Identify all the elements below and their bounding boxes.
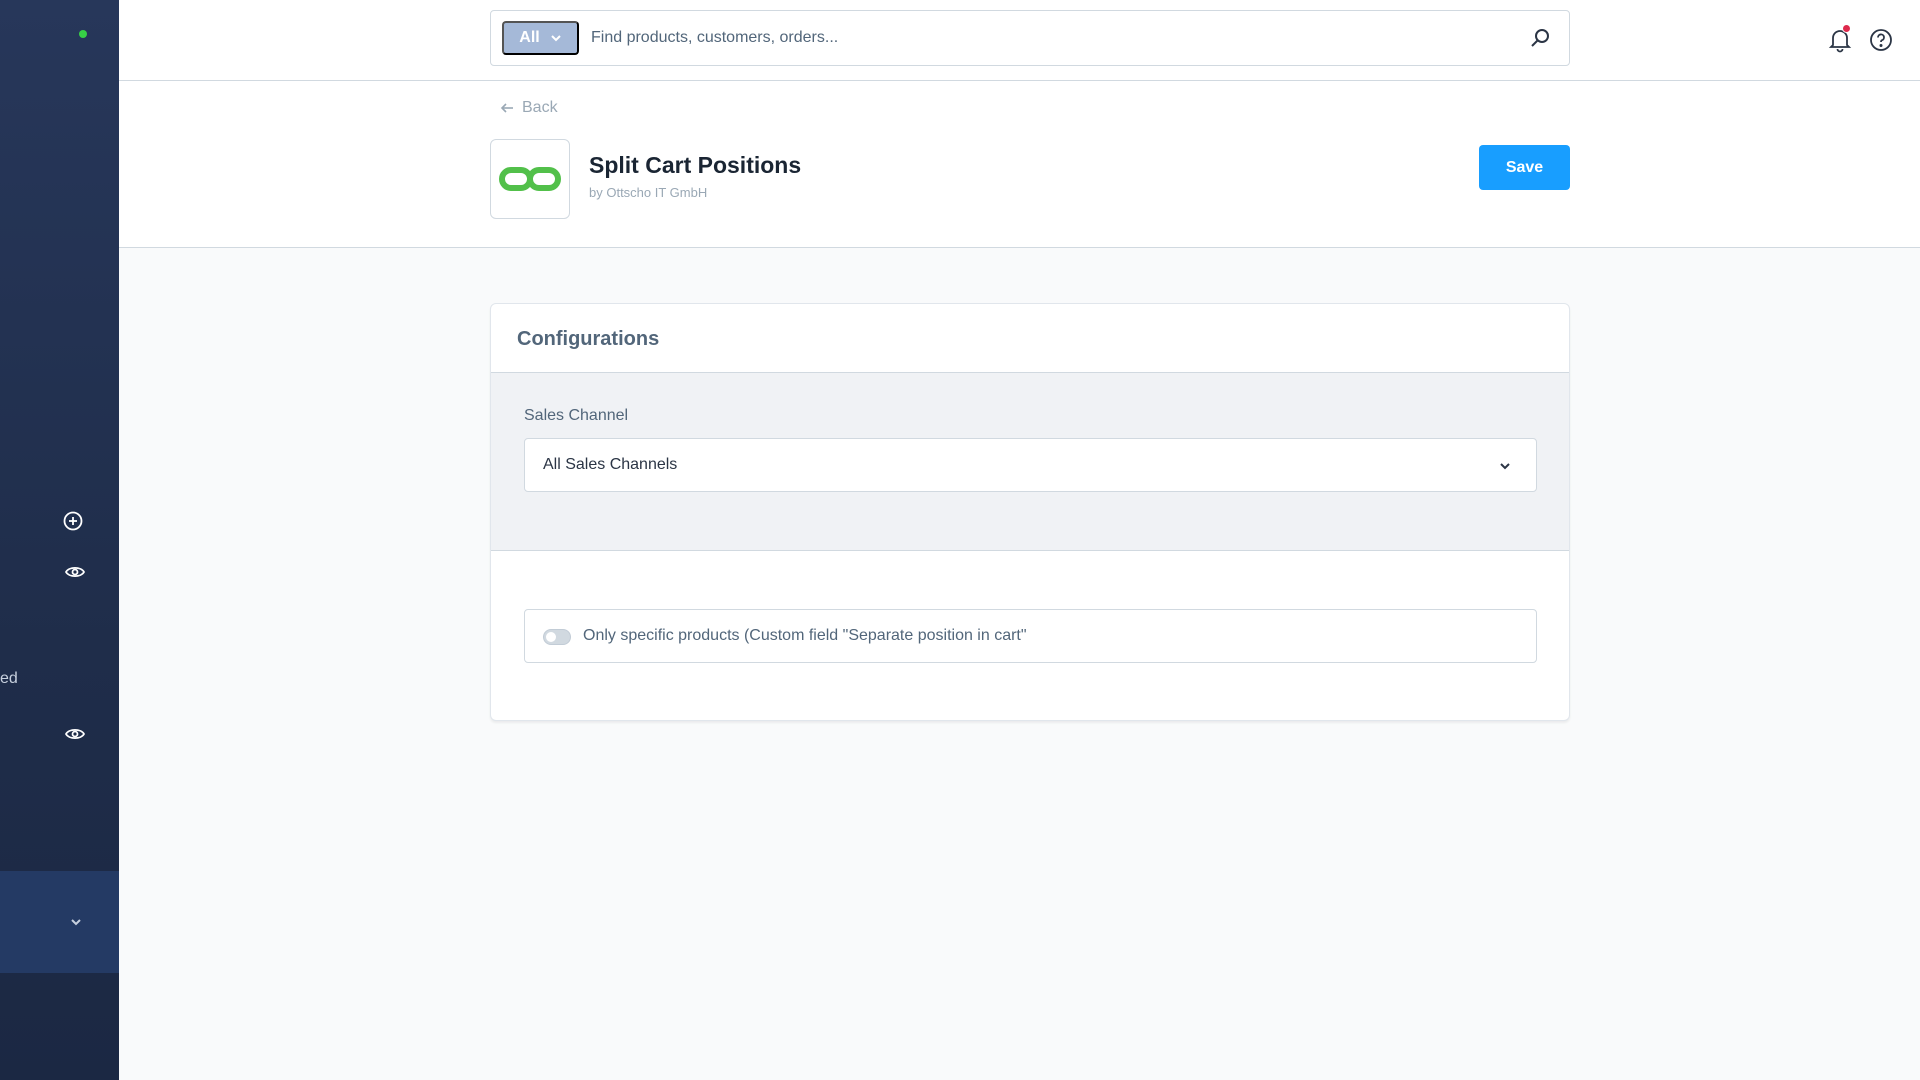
card-title: Configurations [517,328,660,350]
page-title: Split Cart Positions [589,152,802,178]
status-dot [79,30,87,38]
back-link[interactable]: Back [500,99,558,117]
search-type-label: All [519,29,540,46]
search-icon[interactable] [1529,27,1551,49]
eye-icon[interactable] [63,722,87,746]
search-input[interactable] [591,19,1491,57]
sidebar-partial-label: ed [0,670,18,687]
save-button[interactable]: Save [1479,145,1570,190]
chevron-down-icon [551,35,561,42]
sidebar-bottom-panel[interactable] [0,871,119,973]
back-label: Back [522,99,558,116]
specific-products-label: Only specific products (Custom field "Se… [583,627,1027,644]
chevron-down-icon[interactable] [64,910,88,934]
global-search: All [490,10,1570,66]
sales-channel-select[interactable]: All Sales Channels [524,438,1537,492]
sales-channel-label: Sales Channel [524,407,629,424]
specific-products-field: Only specific products (Custom field "Se… [524,609,1537,663]
help-icon[interactable] [1867,26,1895,54]
configuration-card: Configurations Sales Channel All Sales C… [490,303,1570,721]
vendor-label: by Ottscho IT GmbH [589,185,708,200]
extension-header: Back Split Cart Positions by Ottscho IT … [119,81,1920,248]
sidebar: ed [0,0,119,1080]
chevron-down-icon [1496,457,1514,475]
eye-icon[interactable] [63,560,87,584]
sales-channel-value: All Sales Channels [543,456,678,473]
notification-badge [1842,24,1851,33]
top-bar: All [119,0,1920,81]
extension-logo [490,139,570,219]
arrow-left-icon [500,103,513,113]
search-type-dropdown[interactable]: All [502,21,579,55]
plus-circle-icon[interactable] [61,509,85,533]
sales-channel-section: Sales Channel All Sales Channels [491,373,1569,551]
specific-products-toggle[interactable] [543,629,571,645]
